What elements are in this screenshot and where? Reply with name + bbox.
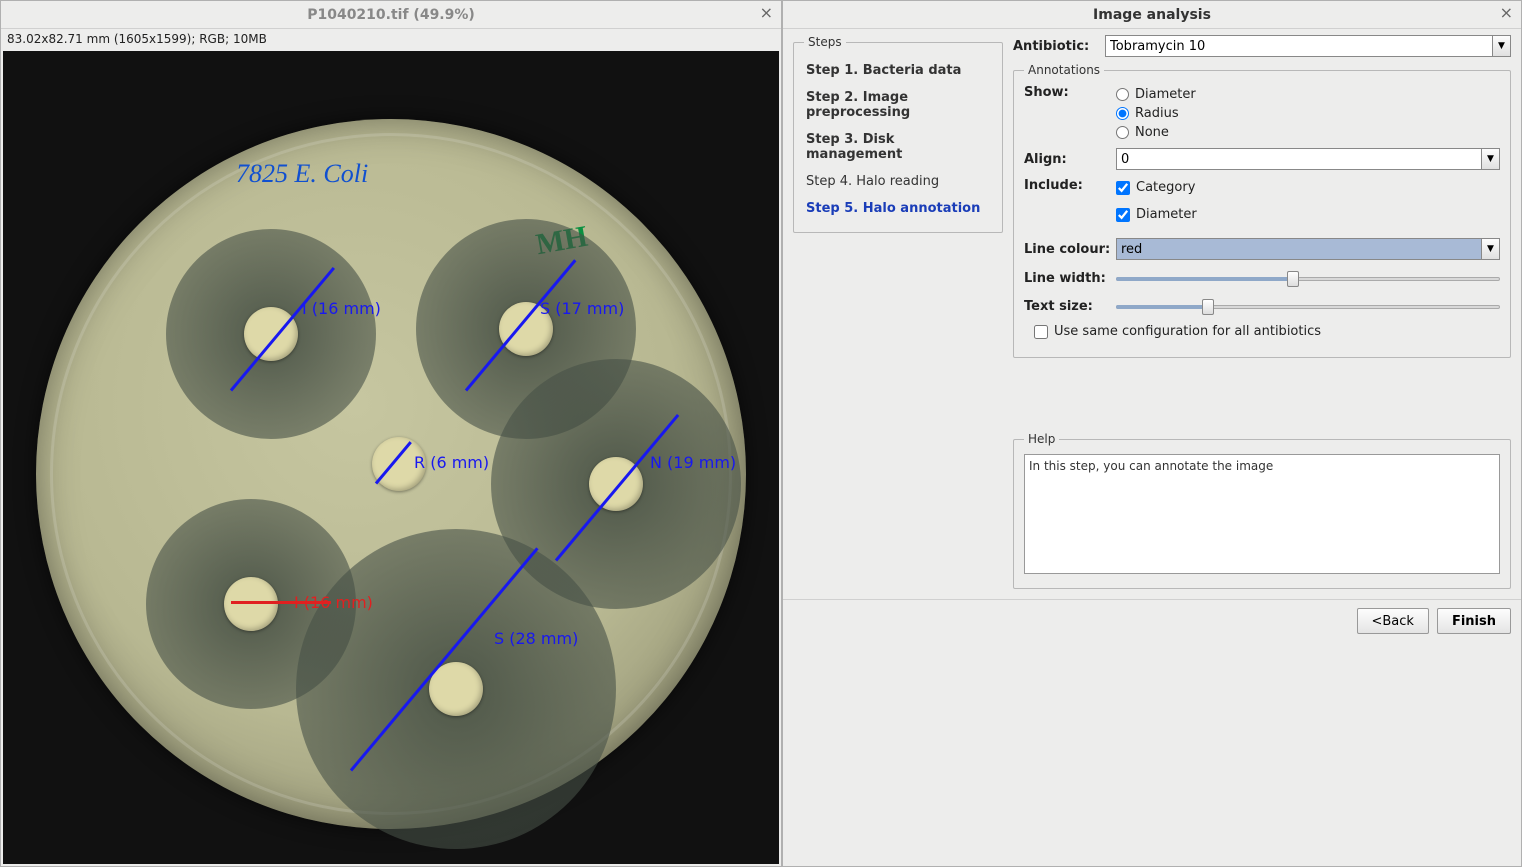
show-label: Show: [1024,85,1116,100]
steps-column: Steps Step 1. Bacteria data Step 2. Imag… [793,35,1003,599]
close-icon[interactable]: × [1500,5,1513,21]
annotation-label: N (19 mm) [650,453,736,472]
check-category[interactable]: Category [1116,180,1197,195]
text-size-slider[interactable] [1116,296,1500,316]
slider-thumb[interactable] [1202,299,1214,315]
petri-dish: 7825 E. Coli MH I (16 mm) S (17 mm) R (6… [36,119,746,829]
annotation-label: S (28 mm) [494,629,578,648]
image-info: 83.02x82.71 mm (1605x1599); RGB; 10MB [1,29,781,49]
text-size-label: Text size: [1024,299,1116,314]
help-legend: Help [1024,432,1059,446]
show-row: Show: Diameter Radius None [1024,85,1500,140]
include-row: Include: Category Diameter [1024,178,1500,230]
line-width-row: Line width: [1024,268,1500,288]
show-radio-group: Diameter Radius None [1116,85,1196,140]
line-width-label: Line width: [1024,271,1116,286]
text-size-row: Text size: [1024,296,1500,316]
back-button[interactable]: <Back [1357,608,1429,634]
annotations-fieldset: Annotations Show: Diameter Radius None A… [1013,63,1511,358]
antibiotic-label: Antibiotic: [1013,39,1105,54]
finish-button[interactable]: Finish [1437,608,1511,634]
step-5[interactable]: Step 5. Halo annotation [804,195,992,222]
step-1[interactable]: Step 1. Bacteria data [804,57,992,84]
steps-fieldset: Steps Step 1. Bacteria data Step 2. Imag… [793,35,1003,233]
line-colour-row: Line colour: ▼ [1024,238,1500,260]
left-title: P1040210.tif (49.9%) [307,7,475,23]
antibiotic-combo[interactable]: ▼ [1105,35,1511,57]
align-label: Align: [1024,152,1116,167]
line-colour-input[interactable] [1116,238,1482,260]
chevron-down-icon[interactable]: ▼ [1482,148,1500,170]
annotation-label: I (16 mm) [302,299,381,318]
step-4[interactable]: Step 4. Halo reading [804,168,992,195]
right-title: Image analysis [1093,7,1211,23]
step-2[interactable]: Step 2. Image preprocessing [804,84,992,126]
close-icon[interactable]: × [760,5,773,21]
annotation-label: R (6 mm) [414,453,489,472]
image-canvas[interactable]: 7825 E. Coli MH I (16 mm) S (17 mm) R (6… [3,51,779,864]
align-combo[interactable]: ▼ [1116,148,1500,170]
line-width-slider[interactable] [1116,268,1500,288]
right-titlebar: Image analysis × [783,1,1521,29]
align-input[interactable] [1116,148,1482,170]
steps-legend: Steps [804,35,846,49]
panel-body: Steps Step 1. Bacteria data Step 2. Imag… [783,29,1521,599]
line-colour-combo[interactable]: ▼ [1116,238,1500,260]
check-use-same[interactable]: Use same configuration for all antibioti… [1034,324,1500,339]
step-3[interactable]: Step 3. Disk management [804,126,992,168]
radio-none[interactable]: None [1116,125,1196,140]
disk [224,577,278,631]
help-fieldset: Help In this step, you can annotate the … [1013,432,1511,589]
disk [244,307,298,361]
annotation-label: I (16 mm) [294,593,373,612]
include-label: Include: [1024,178,1116,193]
check-diameter[interactable]: Diameter [1116,207,1197,222]
handwriting-sample-id: 7825 E. Coli [236,159,368,189]
button-bar: <Back Finish [783,599,1521,642]
align-row: Align: ▼ [1024,148,1500,170]
radio-diameter[interactable]: Diameter [1116,87,1196,102]
help-text: In this step, you can annotate the image [1024,454,1500,574]
left-titlebar: P1040210.tif (49.9%) × [1,1,781,29]
radio-radius[interactable]: Radius [1116,106,1196,121]
antibiotic-row: Antibiotic: ▼ [1013,35,1511,57]
include-checks: Category Diameter [1116,178,1197,230]
chevron-down-icon[interactable]: ▼ [1482,238,1500,260]
annotations-legend: Annotations [1024,63,1104,77]
line-colour-label: Line colour: [1024,242,1116,257]
analysis-panel: Image analysis × Steps Step 1. Bacteria … [782,0,1522,867]
annotation-label: S (17 mm) [540,299,624,318]
slider-thumb[interactable] [1287,271,1299,287]
antibiotic-input[interactable] [1105,35,1493,57]
config-column: Antibiotic: ▼ Annotations Show: Diameter… [1013,35,1511,599]
image-window: P1040210.tif (49.9%) × 83.02x82.71 mm (1… [0,0,782,867]
chevron-down-icon[interactable]: ▼ [1493,35,1511,57]
